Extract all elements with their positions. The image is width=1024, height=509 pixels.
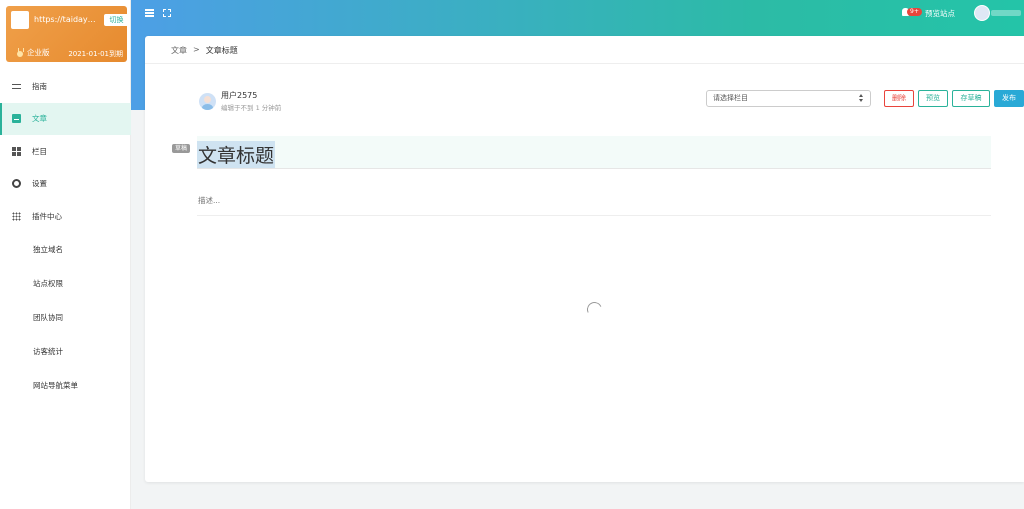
title-input[interactable]: 文章标题 [197, 136, 991, 169]
guide-icon [12, 82, 21, 91]
breadcrumb: 文章 > 文章标题 [171, 45, 238, 56]
user-menu[interactable] [991, 10, 1021, 16]
plugin-icon [12, 211, 21, 221]
divider [197, 215, 991, 216]
site-url: https://taidayu.... [34, 15, 100, 24]
breadcrumb-articles[interactable]: 文章 [171, 45, 187, 56]
loading-spinner-icon [584, 299, 605, 320]
notification-badge: 9+ [907, 8, 922, 16]
sidebar-item-label: 栏目 [32, 146, 47, 156]
delete-button[interactable]: 删除 [884, 90, 914, 107]
preview-site-link[interactable]: 预览站点 [925, 8, 955, 19]
description-input[interactable]: 描述... [198, 195, 220, 206]
save-draft-button[interactable]: 存草稿 [952, 90, 990, 107]
title-text: 文章标题 [197, 141, 276, 168]
avatar[interactable] [974, 5, 990, 21]
select-arrows-icon [859, 94, 864, 103]
article-icon [12, 114, 21, 124]
sidebar-subitem-domain[interactable]: 独立域名 [0, 233, 131, 267]
sidebar-subitem-team[interactable]: 团队协同 [0, 301, 131, 335]
breadcrumb-separator: > [193, 45, 200, 54]
switch-site-button[interactable]: 切换 [104, 14, 129, 26]
sidebar-item-label: 指南 [32, 81, 47, 91]
column-select-value: 请选择栏目 [713, 94, 748, 102]
author-name: 用户2575 [221, 91, 258, 100]
sidebar-item-articles[interactable]: 文章 [0, 102, 131, 135]
sidebar-item-label: 插件中心 [32, 211, 62, 221]
medal-icon [16, 47, 24, 58]
gear-icon [12, 179, 21, 189]
sidebar-item-label: 设置 [32, 179, 47, 189]
edition-label: 企业版 [16, 47, 50, 58]
site-card: https://taidayu.... 切换 企业版 2021-01-01到期 [6, 6, 129, 62]
edition-text: 企业版 [27, 48, 50, 57]
sidebar-item-label: 文章 [32, 114, 47, 124]
site-logo [11, 11, 29, 29]
draft-badge: 草稿 [172, 144, 191, 153]
notifications-button[interactable]: 9+ [902, 8, 922, 16]
sidebar: https://taidayu.... 切换 企业版 2021-01-01到期 … [0, 0, 131, 509]
sidebar-nav: 指南 文章 栏目 设置 插件中心 独立域名 站点权限 团队协同 访客统计 网站导… [0, 70, 131, 403]
preview-button[interactable]: 预览 [918, 90, 948, 107]
author-avatar [199, 92, 216, 110]
sidebar-item-plugins[interactable]: 插件中心 [0, 200, 131, 233]
menu-icon[interactable] [145, 9, 154, 17]
sidebar-subitem-permissions[interactable]: 站点权限 [0, 267, 131, 301]
columns-icon [12, 146, 21, 156]
breadcrumb-current: 文章标题 [205, 46, 238, 55]
sidebar-subitem-nav-menu[interactable]: 网站导航菜单 [0, 369, 131, 403]
sidebar-subitem-visitors[interactable]: 访客统计 [0, 335, 131, 369]
publish-button[interactable]: 发布 [994, 90, 1024, 107]
author-info: 用户2575 编辑于不到 1 分钟前 [199, 90, 281, 112]
sidebar-item-guide[interactable]: 指南 [0, 70, 131, 103]
divider [145, 63, 1024, 64]
editor-card: 文章 > 文章标题 用户2575 编辑于不到 1 分钟前 请选择栏目 删除 预览… [145, 36, 1024, 482]
edited-time: 编辑于不到 1 分钟前 [221, 104, 282, 112]
column-select[interactable]: 请选择栏目 [706, 90, 871, 107]
expire-date: 2021-01-01到期 [68, 50, 123, 58]
fullscreen-icon[interactable] [163, 9, 171, 17]
sidebar-item-settings[interactable]: 设置 [0, 168, 131, 201]
sidebar-item-columns[interactable]: 栏目 [0, 135, 131, 168]
